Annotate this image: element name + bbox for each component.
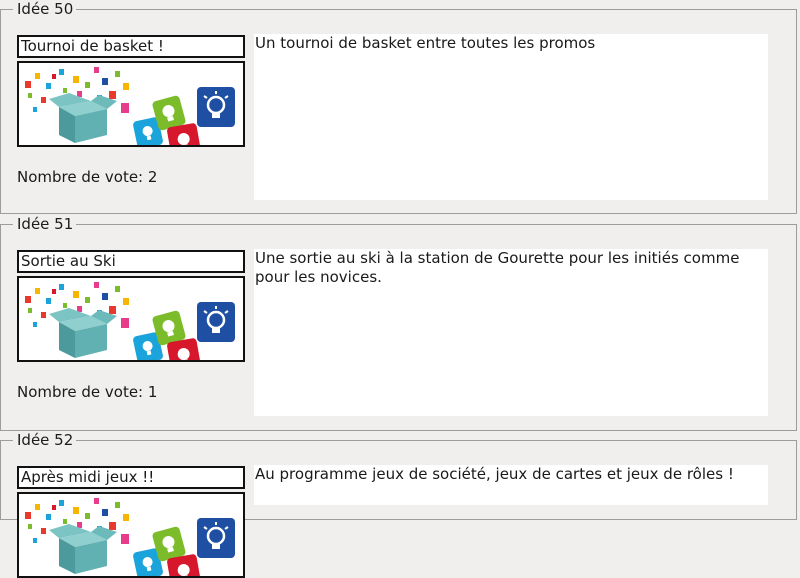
idea-description: Un tournoi de basket entre toutes les pr… [254, 34, 768, 200]
idea-image [17, 276, 245, 362]
idea-title: Sortie au Ski [17, 250, 245, 273]
idea-image [17, 61, 245, 147]
idea-number: Idée 52 [13, 431, 77, 449]
idea-number: Idée 50 [13, 0, 77, 18]
vote-count: Nombre de vote: 2 [17, 168, 158, 186]
idea-title: Tournoi de basket ! [17, 35, 245, 58]
idea-description: Au programme jeux de société, jeux de ca… [254, 465, 768, 505]
idea-box-illustration-icon [23, 280, 237, 360]
idea-number: Idée 51 [13, 215, 77, 233]
idea-image [17, 492, 245, 578]
idea-description: Une sortie au ski à la station de Gouret… [254, 249, 768, 416]
idea-title: Après midi jeux !! [17, 466, 245, 489]
idea-box-illustration-icon [23, 496, 237, 576]
idea-box-illustration-icon [23, 65, 237, 145]
vote-count: Nombre de vote: 1 [17, 383, 158, 401]
